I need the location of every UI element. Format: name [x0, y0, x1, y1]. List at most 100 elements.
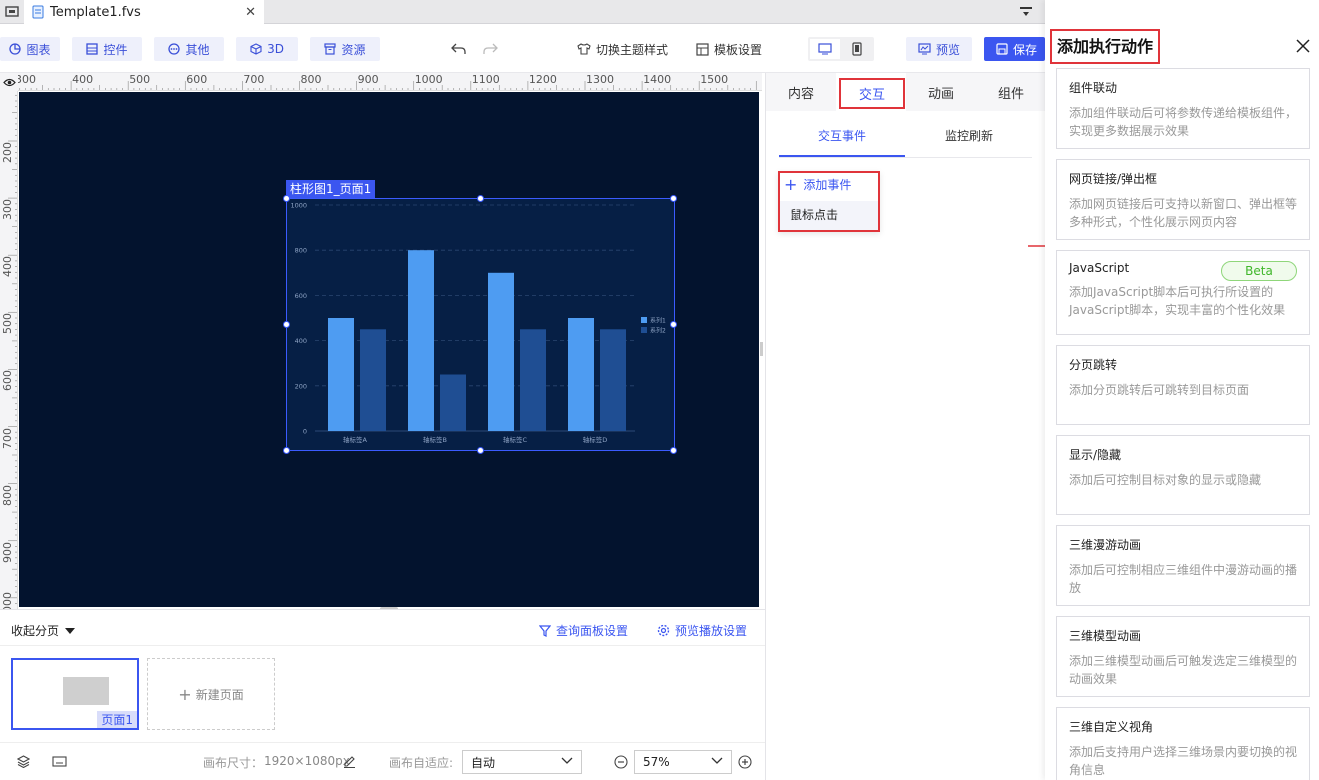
ruler-label: 1400: [643, 73, 672, 86]
close-tab-icon[interactable]: ✕: [245, 5, 256, 20]
action-card-3d-roam[interactable]: 三维漫游动画 添加后可控制相应三维组件中漫游动画的播放: [1056, 525, 1310, 606]
theme-switch-button[interactable]: 切换主题样式: [577, 37, 668, 61]
add-event-button[interactable]: + 添加事件: [784, 176, 851, 193]
chart-button[interactable]: 图表: [0, 37, 60, 61]
chevron-down-icon: [561, 757, 573, 765]
filter-icon: [539, 624, 551, 637]
action-card-javascript[interactable]: JavaScript Beta 添加JavaScript脚本后可执行所设置的Ja…: [1056, 250, 1310, 335]
action-card-web-link[interactable]: 网页链接/弹出框 添加网页链接后可支持以新窗口、弹出框等多种形式，个性化展示网页…: [1056, 159, 1310, 240]
file-tab-title: Template1.fvs: [50, 4, 141, 20]
zoom-in-icon[interactable]: [737, 754, 752, 769]
tab-interaction[interactable]: 交互: [839, 78, 905, 109]
card-desc: 添加后可控制相应三维组件中漫游动画的播放: [1069, 563, 1298, 595]
resize-handle-w[interactable]: [283, 321, 290, 328]
toolbar: 图表 控件 其他 3D 资源 切换主题样式 模板设置 预览 保存: [0, 25, 1045, 73]
undo-icon[interactable]: [450, 41, 466, 57]
subtab-monitor-refresh[interactable]: 监控刷新: [906, 127, 1032, 144]
query-panel-label: 查询面板设置: [556, 624, 629, 638]
ruler-label: 1300: [586, 73, 614, 86]
zoom-select[interactable]: 57%: [634, 750, 732, 774]
resize-handle-s[interactable]: [477, 447, 484, 454]
new-page-button[interactable]: + 新建页面: [147, 658, 275, 730]
resize-handle-sw[interactable]: [283, 447, 290, 454]
horizontal-ruler: 300 400 500 600 700 800 900 1000 1100 1200 1300 140…: [18, 73, 762, 91]
layers-icon[interactable]: [16, 754, 30, 768]
canvas-adapt-select[interactable]: 自动: [462, 750, 582, 774]
vertical-ruler: 200 300 400 500 600 700 800 900 1000: [0, 91, 18, 609]
resize-handle-ne[interactable]: [670, 195, 677, 202]
other-button[interactable]: 其他: [154, 37, 224, 61]
file-tab[interactable]: Template1.fvs ✕: [24, 0, 264, 24]
ruler-label: 1000: [414, 73, 443, 86]
canvas-adapt-label: 画布自适应:: [389, 756, 454, 770]
window-dropdown-icon[interactable]: [1018, 5, 1034, 19]
resize-handle-se[interactable]: [670, 447, 677, 454]
resize-handle-e[interactable]: [670, 321, 677, 328]
resource-button[interactable]: 资源: [310, 37, 380, 61]
new-page-label: 新建页面: [195, 687, 244, 702]
x-tick-label: 轴标签A: [343, 435, 368, 444]
zoom-out-icon[interactable]: [613, 754, 628, 769]
edit-pencil-icon[interactable]: [342, 754, 356, 768]
desktop-icon[interactable]: [810, 39, 840, 59]
tab-component[interactable]: 组件: [976, 73, 1046, 111]
gear-icon: [657, 624, 670, 637]
action-card-show-hide[interactable]: 显示/隐藏 添加后可控制目标对象的显示或隐藏: [1056, 435, 1310, 515]
ruler-label: 200: [1, 142, 14, 163]
resize-handle-n[interactable]: [477, 195, 484, 202]
app-menu-icon[interactable]: [4, 4, 20, 20]
action-card-3d-view[interactable]: 三维自定义视角 添加后支持用户选择三维场景内要切换的视角信息: [1056, 707, 1310, 780]
card-title: 分页跳转: [1069, 358, 1118, 372]
card-desc: 添加JavaScript脚本后可执行所设置的JavaScript脚本，实现丰富的…: [1069, 285, 1286, 317]
preview-button[interactable]: 预览: [906, 37, 972, 61]
tab-content[interactable]: 内容: [766, 73, 836, 111]
preview-play-settings[interactable]: 预览播放设置: [657, 622, 747, 639]
ruler-label: 900: [1, 541, 14, 563]
ruler-label: 600: [1, 370, 14, 392]
3d-label: 3D: [267, 42, 284, 56]
visibility-eye-icon[interactable]: [0, 73, 18, 91]
status-bar: 画布尺寸： 1920×1080px 画布自适应: 自动 57%: [0, 742, 765, 780]
bar-1-4: [568, 318, 594, 431]
action-card-3d-model[interactable]: 三维模型动画 添加三维模型动画后可触发选定三维模型的动画效果: [1056, 616, 1310, 697]
drawer-scroll-area[interactable]: 组件联动 添加组件联动后可将参数传递给模板组件，实现更多数据展示效果 网页链接/…: [1045, 68, 1319, 780]
ruler-label: 300: [1, 199, 14, 221]
bar-chart-widget[interactable]: 1000 800 600 400 200 0 轴标签A 轴标签B 轴标签C 轴标签D 系列1 系列2: [283, 195, 677, 454]
bar-1-3: [488, 272, 514, 431]
card-title: 三维漫游动画: [1069, 538, 1142, 552]
query-panel-settings[interactable]: 查询面板设置: [539, 622, 628, 639]
save-button[interactable]: 保存: [984, 37, 1045, 61]
close-drawer-icon[interactable]: [1295, 38, 1311, 54]
chart-selection-label[interactable]: 柱形图1_页面1: [286, 180, 376, 198]
action-card-page-jump[interactable]: 分页跳转 添加分页跳转后可跳转到目标页面: [1056, 345, 1310, 425]
beta-badge: Beta: [1221, 261, 1297, 281]
action-card-component-link[interactable]: 组件联动 添加组件联动后可将参数传递给模板组件，实现更多数据展示效果: [1056, 68, 1310, 149]
plus-icon: +: [784, 174, 798, 194]
ruler-label: 700: [1, 427, 14, 449]
plus-icon: +: [178, 684, 192, 704]
drawer-title: 添加执行动作: [1050, 29, 1161, 64]
subtab-interaction-events[interactable]: 交互事件: [779, 127, 905, 144]
menu-item-mouse-click[interactable]: 鼠标点击: [780, 201, 878, 230]
redo-icon[interactable]: [482, 41, 498, 57]
collapse-pages-toggle[interactable]: 收起分页: [11, 622, 76, 639]
widget-button[interactable]: 控件: [72, 37, 142, 61]
bar-1-2: [408, 250, 434, 431]
resize-handle-nw[interactable]: [283, 195, 290, 202]
caret-down-icon: [65, 627, 76, 634]
tablet-icon[interactable]: [842, 39, 872, 59]
ruler-label: 400: [72, 73, 94, 86]
x-tick-label: 轴标签C: [503, 435, 528, 444]
tab-animation[interactable]: 动画: [906, 73, 976, 111]
chevron-down-icon: [711, 757, 723, 765]
title-bar: Template1.fvs ✕: [0, 0, 1045, 24]
page-thumbnail[interactable]: 页面1: [11, 658, 139, 730]
keyboard-icon[interactable]: [51, 754, 67, 768]
x-tick-label: 轴标签D: [583, 435, 608, 444]
card-title: 组件联动: [1069, 81, 1118, 95]
ruler-label: 1000: [1, 591, 14, 609]
collapse-label: 收起分页: [11, 624, 60, 638]
panel-splitter-handle[interactable]: [760, 342, 763, 356]
template-settings-button[interactable]: 模板设置: [696, 37, 762, 61]
3d-button[interactable]: 3D: [236, 37, 298, 61]
